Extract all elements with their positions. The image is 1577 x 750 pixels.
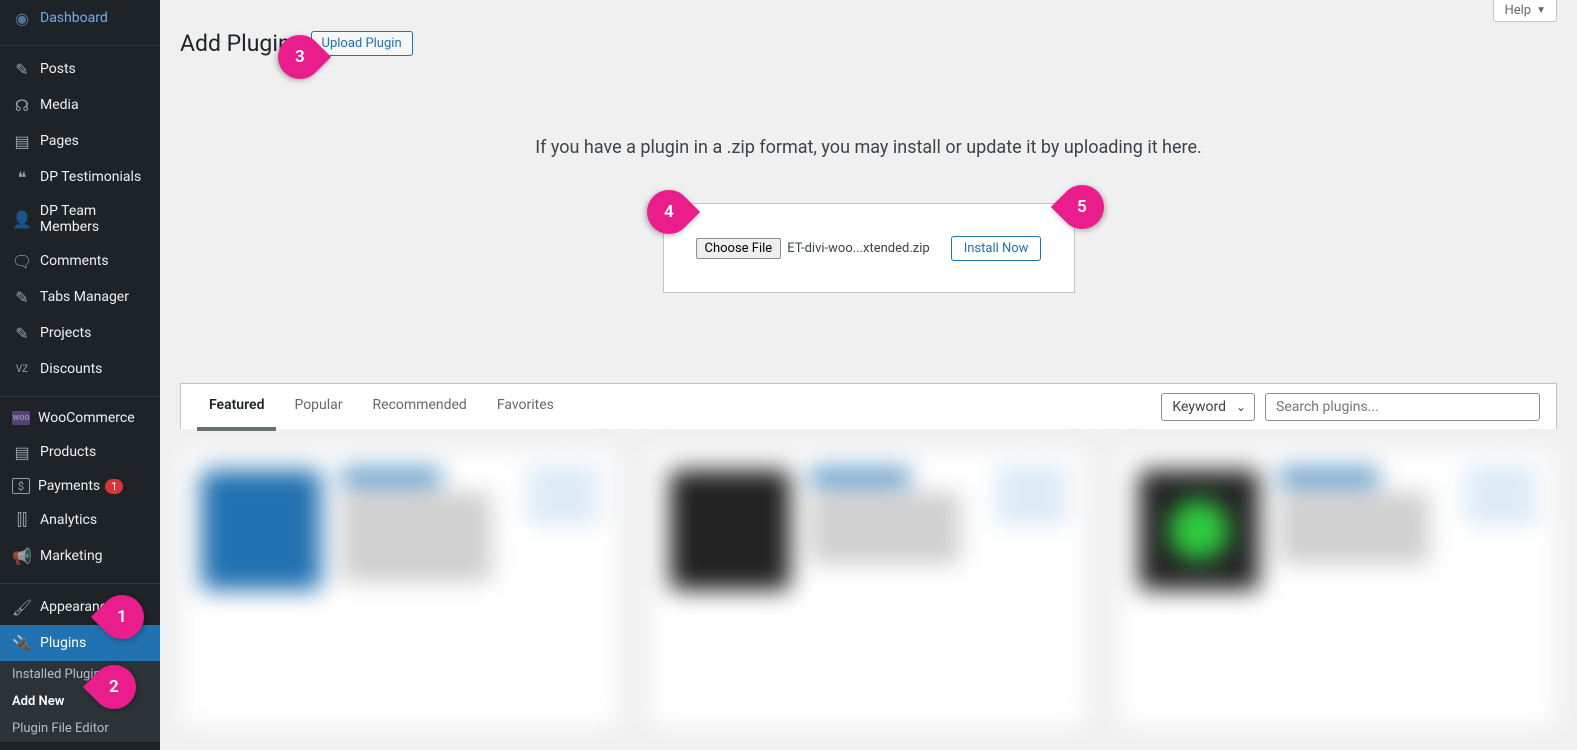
sidebar-item-label: Marketing <box>40 548 103 564</box>
brush-icon: 🖌 <box>12 597 32 617</box>
tab-popular[interactable]: Popular <box>282 383 354 431</box>
sidebar-item-posts[interactable]: ✎ Posts <box>0 51 160 87</box>
sidebar-item-label: Products <box>40 444 96 460</box>
filter-controls: Keyword ⌄ <box>1161 393 1540 421</box>
sidebar-item-label: Posts <box>40 61 76 77</box>
plugin-card <box>1118 449 1557 729</box>
sidebar-separator <box>0 392 160 397</box>
upload-form: Choose File ET-divi-woo...xtended.zip In… <box>663 203 1075 293</box>
plugin-actions <box>528 470 598 708</box>
plugin-card <box>649 449 1088 729</box>
sidebar-item-dashboard[interactable]: ◉ Dashboard <box>0 0 160 36</box>
plugin-actions <box>1466 470 1536 708</box>
page-header: Add Plugins Upload Plugin <box>180 30 1557 57</box>
selected-filename: ET-divi-woo...xtended.zip <box>787 241 930 256</box>
sidebar-item-tabsmanager[interactable]: ✎ Tabs Manager <box>0 279 160 315</box>
sidebar-item-label: Analytics <box>40 512 97 528</box>
notification-badge: 1 <box>105 479 123 494</box>
quote-icon: ❝ <box>12 167 32 187</box>
sidebar-item-woocommerce[interactable]: woo WooCommerce <box>0 402 160 434</box>
megaphone-icon: 📢 <box>12 546 32 566</box>
media-icon: ☊ <box>12 95 32 115</box>
admin-sidebar: ◉ Dashboard ✎ Posts ☊ Media ▤ Pages ❝ DP Test… <box>0 0 160 750</box>
tab-favorites[interactable]: Favorites <box>485 383 566 431</box>
pin-icon: ✎ <box>12 287 32 307</box>
sidebar-item-label: Dashboard <box>40 10 108 26</box>
install-now-button[interactable]: Install Now <box>951 236 1042 261</box>
search-type-select[interactable]: Keyword ⌄ <box>1161 393 1255 421</box>
pin-icon: ✎ <box>12 323 32 343</box>
dashboard-icon: ◉ <box>12 8 32 28</box>
sidebar-item-media[interactable]: ☊ Media <box>0 87 160 123</box>
sidebar-item-testimonials[interactable]: ❝ DP Testimonials <box>0 159 160 195</box>
user-icon: 👤 <box>12 209 32 229</box>
sidebar-item-discounts[interactable]: VZ Discounts <box>0 351 160 387</box>
upload-instruction-text: If you have a plugin in a .zip format, y… <box>180 137 1557 158</box>
plugin-card <box>180 449 619 729</box>
tab-featured[interactable]: Featured <box>197 383 276 431</box>
sidebar-item-label: DP Testimonials <box>40 169 141 185</box>
sidebar-separator <box>0 41 160 46</box>
sidebar-item-label: WooCommerce <box>38 410 135 426</box>
sidebar-item-label: Tabs Manager <box>40 289 129 305</box>
help-label: Help <box>1504 3 1531 18</box>
choose-file-button[interactable]: Choose File <box>696 238 782 259</box>
sidebar-item-team[interactable]: 👤 DP Team Members <box>0 195 160 243</box>
sidebar-item-label: Plugins <box>40 635 86 651</box>
sidebar-item-label: Payments <box>38 478 100 494</box>
submenu-add-new[interactable]: Add New <box>0 688 160 715</box>
plugin-icon: 🔌 <box>12 633 32 653</box>
pin-icon: ✎ <box>12 59 32 79</box>
pages-icon: ▤ <box>12 131 32 151</box>
tab-recommended[interactable]: Recommended <box>361 383 479 431</box>
woo-icon: woo <box>12 411 30 425</box>
sidebar-item-analytics[interactable]: ⫿⫿ Analytics <box>0 502 160 538</box>
plugin-actions <box>997 470 1067 708</box>
comment-icon: 🗨 <box>12 251 32 271</box>
sidebar-item-label: Projects <box>40 325 91 341</box>
sidebar-item-label: Pages <box>40 133 79 149</box>
filter-tabs-bar: Featured Popular Recommended Favorites K… <box>180 383 1557 429</box>
chart-icon: ⫿⫿ <box>12 510 32 530</box>
plugin-thumbnail <box>670 470 790 590</box>
plugin-thumbnail <box>1139 470 1259 590</box>
plugin-info <box>810 470 977 708</box>
sidebar-item-products[interactable]: ▤ Products <box>0 434 160 470</box>
sidebar-item-label: DP Team Members <box>40 203 148 235</box>
help-tab[interactable]: Help ▼ <box>1493 0 1557 22</box>
sidebar-separator <box>0 579 160 584</box>
plugin-info <box>1279 470 1446 708</box>
sidebar-item-label: Discounts <box>40 361 102 377</box>
sidebar-item-payments[interactable]: $ Payments 1 <box>0 470 160 502</box>
sidebar-item-marketing[interactable]: 📢 Marketing <box>0 538 160 574</box>
submenu-plugin-file-editor[interactable]: Plugin File Editor <box>0 715 160 742</box>
sidebar-item-comments[interactable]: 🗨 Comments <box>0 243 160 279</box>
plugin-thumbnail <box>201 470 321 590</box>
sidebar-item-label: Comments <box>40 253 109 269</box>
products-icon: ▤ <box>12 442 32 462</box>
sidebar-item-projects[interactable]: ✎ Projects <box>0 315 160 351</box>
plugin-info <box>341 470 508 708</box>
sidebar-item-pages[interactable]: ▤ Pages <box>0 123 160 159</box>
sidebar-item-label: Media <box>40 97 79 113</box>
plugins-submenu: Installed Plugins Add New Plugin File Ed… <box>0 661 160 742</box>
search-plugins-input[interactable] <box>1265 393 1540 421</box>
discount-icon: VZ <box>12 359 32 379</box>
select-value: Keyword <box>1172 399 1226 415</box>
main-content: Help▼ Add Plugins Upload Plugin 3 If you… <box>160 0 1577 750</box>
payments-icon: $ <box>12 478 30 494</box>
plugin-results-blurred <box>180 449 1557 729</box>
chevron-down-icon: ▼ <box>1536 5 1546 16</box>
chevron-down-icon: ⌄ <box>1236 400 1246 414</box>
